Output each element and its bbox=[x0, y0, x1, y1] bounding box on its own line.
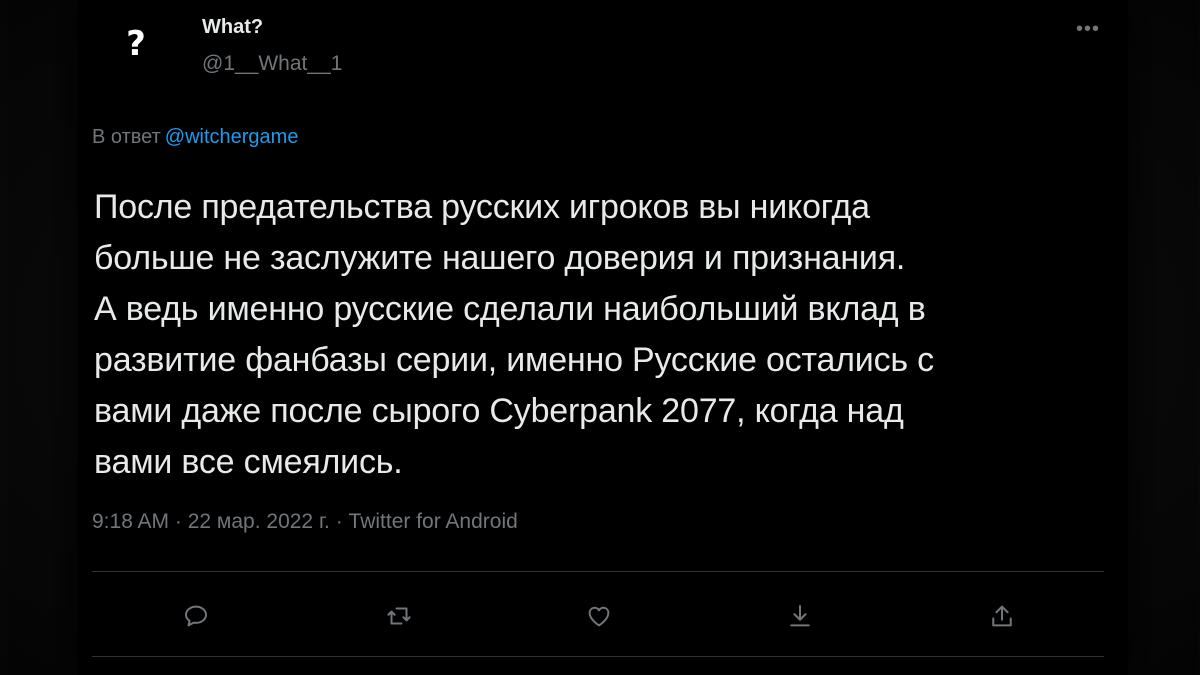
divider bbox=[92, 571, 1104, 572]
like-button[interactable] bbox=[577, 594, 621, 638]
retweet-icon bbox=[387, 607, 411, 625]
tweet-source[interactable]: Twitter for Android bbox=[349, 510, 518, 533]
reply-context: В ответ @witchergame bbox=[92, 126, 298, 149]
bookmark-button[interactable] bbox=[778, 594, 822, 638]
reply-mention-link[interactable]: @witchergame bbox=[165, 126, 299, 148]
tweet-date[interactable]: 22 мар. 2022 г. bbox=[188, 510, 330, 533]
avatar[interactable]: ? bbox=[102, 10, 170, 78]
tweet-text-line: А ведь именно русские сделали наибольший… bbox=[94, 290, 926, 328]
more-icon[interactable]: ••• bbox=[1076, 18, 1100, 41]
retweet-button[interactable] bbox=[377, 594, 421, 638]
tweet-text-line: вами все смеялись. bbox=[94, 443, 403, 481]
share-button[interactable] bbox=[980, 594, 1024, 638]
heart-icon bbox=[588, 606, 610, 627]
divider bbox=[92, 656, 1104, 657]
tweet-meta: 9:18 AM · 22 мар. 2022 г. · Twitter for … bbox=[92, 510, 518, 534]
tweet-text-line: развитие фанбазы серии, именно Русские о… bbox=[94, 341, 934, 379]
tweet-time[interactable]: 9:18 AM bbox=[92, 510, 169, 533]
tweet-text-line: вами даже после сырого Cyberpank 2077, к… bbox=[94, 392, 904, 430]
tweet-card: ? What? @1__What__1 ••• В ответ @witcherg… bbox=[78, 0, 1128, 675]
user-handle[interactable]: @1__What__1 bbox=[202, 52, 342, 76]
bookmark-icon bbox=[790, 605, 810, 627]
reply-button[interactable] bbox=[174, 594, 218, 638]
meta-separator: · bbox=[169, 510, 188, 533]
meta-separator: · bbox=[329, 510, 349, 533]
reply-icon bbox=[185, 605, 207, 627]
reply-prefix: В ответ bbox=[92, 126, 161, 148]
share-icon bbox=[992, 605, 1012, 627]
display-name[interactable]: What? bbox=[202, 16, 263, 39]
tweet-text: После предательства русских игроков вы н… bbox=[94, 182, 1104, 488]
action-bar bbox=[92, 582, 1104, 652]
tweet-text-line: больше не заслужите нашего доверия и при… bbox=[94, 239, 906, 277]
tweet-text-line: После предательства русских игроков вы н… bbox=[94, 188, 870, 226]
avatar-glyph: ? bbox=[126, 24, 146, 64]
